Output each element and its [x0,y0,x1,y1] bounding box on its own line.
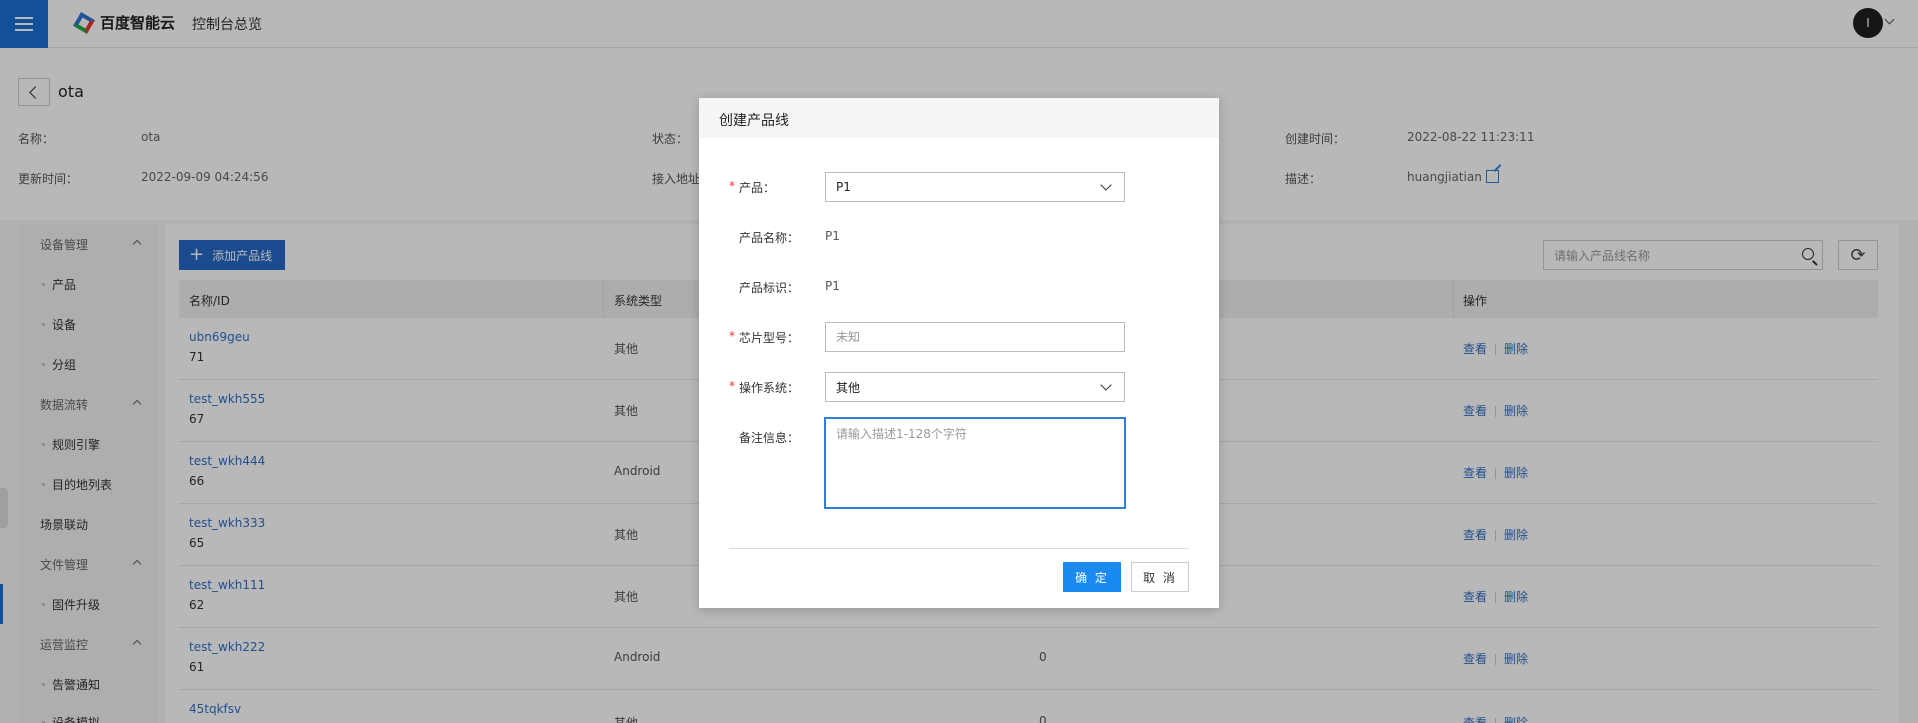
create-product-line-dialog: 创建产品线 * 产品： P1 产品名称： P1 产品标识： P1 * 芯片型号： *… [699,98,1219,608]
chip-label: * 芯片型号： [729,329,819,346]
product-key-value: P1 [825,279,840,293]
remark-label: 备注信息： [739,431,800,445]
product-key-label: 产品标识： [739,281,800,295]
chip-label-text: 芯片型号： [739,331,800,345]
confirm-button[interactable]: 确 定 [1063,562,1121,592]
product-name-label: 产品名称： [739,231,800,245]
product-name-value: P1 [825,229,840,243]
product-label: * 产品： [729,179,819,196]
cancel-button[interactable]: 取 消 [1131,562,1189,592]
product-select[interactable]: P1 [825,172,1125,202]
os-label: * 操作系统： [729,379,819,396]
remark-textarea[interactable] [824,417,1126,509]
chevron-down-icon [1100,379,1112,391]
os-label-text: 操作系统： [739,381,800,395]
chevron-down-icon [1100,179,1112,191]
required-mark: * [729,329,735,343]
required-mark: * [729,379,735,393]
required-mark: * [729,179,735,193]
dialog-divider [729,548,1189,549]
os-select[interactable]: 其他 [825,372,1125,402]
dialog-title: 创建产品线 [699,98,1219,138]
product-select-value: P1 [836,180,851,194]
os-select-value: 其他 [836,380,861,395]
chip-model-input[interactable] [825,322,1125,352]
product-label-text: 产品： [739,181,776,195]
